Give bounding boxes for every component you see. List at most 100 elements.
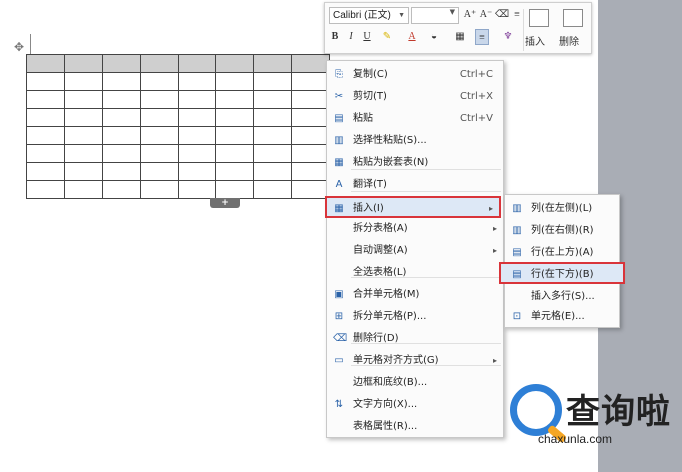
table-cell[interactable] — [253, 54, 293, 73]
table-cell[interactable] — [215, 54, 255, 73]
context-menu-item[interactable]: ⎘ 复制(C) Ctrl+C — [327, 64, 503, 86]
table-cell[interactable] — [101, 90, 141, 109]
clear-format-icon[interactable]: ⌫ — [495, 7, 509, 23]
table-cell[interactable] — [63, 180, 103, 199]
table-cell[interactable] — [177, 144, 217, 163]
table-cell[interactable] — [291, 72, 330, 91]
context-menu-item[interactable]: 自动调整(A) ▸ — [327, 240, 503, 262]
table-cell[interactable] — [101, 180, 141, 199]
table-cell[interactable] — [215, 90, 255, 109]
table-cell[interactable] — [26, 108, 65, 127]
grow-font-icon[interactable]: A⁺ — [463, 7, 477, 23]
document-table[interactable] — [26, 54, 330, 199]
table-cell[interactable] — [63, 126, 103, 145]
context-menu-item[interactable]: 边框和底纹(B)... — [327, 372, 503, 394]
table-cell[interactable] — [139, 162, 179, 181]
context-menu-item[interactable]: ▥ 选择性粘贴(S)... — [327, 130, 503, 152]
add-row-button[interactable]: + — [210, 198, 240, 208]
context-menu-item[interactable]: ▭ 单元格对齐方式(G) ▸ — [327, 350, 503, 372]
table-cell[interactable] — [139, 180, 179, 199]
table-cell[interactable] — [63, 144, 103, 163]
shrink-font-icon[interactable]: A⁻ — [479, 7, 493, 23]
table-cell[interactable] — [26, 54, 65, 73]
table-cell[interactable] — [63, 162, 103, 181]
delete-label[interactable]: 删除 — [559, 33, 579, 48]
table-cell[interactable] — [291, 54, 330, 73]
table-cell[interactable] — [177, 126, 217, 145]
table-cell[interactable] — [177, 54, 217, 73]
shading-icon[interactable]: ◒ — [427, 29, 441, 45]
table-cell[interactable] — [253, 72, 293, 91]
table-cell[interactable] — [215, 180, 255, 199]
table-cell[interactable] — [253, 180, 293, 199]
context-menu-item[interactable]: ⇅ 文字方向(X)... — [327, 394, 503, 416]
submenu-item[interactable]: ⊡ 单元格(E)... — [505, 306, 619, 328]
table-cell[interactable] — [63, 72, 103, 91]
table-cell[interactable] — [26, 180, 65, 199]
table-cell[interactable] — [177, 162, 217, 181]
context-menu-item[interactable]: ▤ 粘贴 Ctrl+V — [327, 108, 503, 130]
submenu-item[interactable]: 插入多行(S)... — [505, 286, 619, 308]
insert-label[interactable]: 插入 — [525, 33, 545, 48]
bold-icon[interactable]: B — [329, 29, 341, 45]
submenu-item[interactable]: ▤ 行(在上方)(A) — [505, 242, 619, 264]
table-cell[interactable] — [139, 90, 179, 109]
context-menu-item[interactable]: 表格属性(R)... — [327, 416, 503, 438]
underline-icon[interactable]: U — [361, 29, 373, 45]
context-menu-item[interactable]: ▦ 插入(I) ▸ — [325, 196, 501, 218]
table-cell[interactable] — [139, 108, 179, 127]
table-cell[interactable] — [26, 126, 65, 145]
table-cell[interactable] — [215, 144, 255, 163]
table-cell[interactable] — [215, 108, 255, 127]
table-cell[interactable] — [101, 108, 141, 127]
submenu-item[interactable]: ▤ 行(在下方)(B) — [499, 262, 625, 284]
table-cell[interactable] — [291, 90, 330, 109]
table-cell[interactable] — [177, 72, 217, 91]
highlight-icon[interactable]: ✎ — [379, 29, 395, 45]
table-cell[interactable] — [177, 108, 217, 127]
table-cell[interactable] — [177, 180, 217, 199]
line-spacing-icon[interactable]: ≡ — [511, 7, 523, 23]
table-cell[interactable] — [253, 162, 293, 181]
table-cell[interactable] — [139, 126, 179, 145]
italic-icon[interactable]: I — [345, 29, 357, 45]
border-icon[interactable]: ▦ — [453, 29, 467, 45]
table-cell[interactable] — [291, 180, 330, 199]
table-cell[interactable] — [139, 144, 179, 163]
context-menu-item[interactable]: 拆分表格(A) ▸ — [327, 218, 503, 240]
table-cell[interactable] — [291, 144, 330, 163]
table-cell[interactable] — [139, 72, 179, 91]
table-cell[interactable] — [101, 144, 141, 163]
align-icon[interactable]: ≡ — [475, 29, 489, 45]
table-cell[interactable] — [253, 90, 293, 109]
table-cell[interactable] — [291, 162, 330, 181]
delete-table-icon[interactable] — [563, 9, 583, 27]
font-color-icon[interactable]: A — [405, 29, 419, 45]
table-cell[interactable] — [253, 144, 293, 163]
table-cell[interactable] — [63, 54, 103, 73]
font-size-select[interactable]: ▼ — [411, 7, 459, 24]
table-cell[interactable] — [177, 90, 217, 109]
context-menu-item[interactable]: ⌫ 删除行(D) — [327, 328, 503, 350]
context-menu-item[interactable]: ▦ 粘贴为嵌套表(N) — [327, 152, 503, 174]
context-menu-item[interactable]: ▣ 合并单元格(M) — [327, 284, 503, 306]
table-cell[interactable] — [139, 54, 179, 73]
table-cell[interactable] — [26, 162, 65, 181]
table-cell[interactable] — [101, 54, 141, 73]
table-cell[interactable] — [101, 126, 141, 145]
table-cell[interactable] — [63, 108, 103, 127]
table-move-handle-icon[interactable]: ✥ — [12, 40, 26, 54]
submenu-item[interactable]: ▥ 列(在右侧)(R) — [505, 220, 619, 242]
table-cell[interactable] — [63, 90, 103, 109]
context-menu-item[interactable]: ⊞ 拆分单元格(P)... — [327, 306, 503, 328]
table-cell[interactable] — [215, 72, 255, 91]
table-cell[interactable] — [101, 72, 141, 91]
insert-table-icon[interactable] — [529, 9, 549, 27]
table-cell[interactable] — [26, 144, 65, 163]
table-cell[interactable] — [26, 90, 65, 109]
context-menu-item[interactable]: A 翻译(T) — [327, 174, 503, 196]
table-cell[interactable] — [291, 108, 330, 127]
table-cell[interactable] — [101, 162, 141, 181]
submenu-item[interactable]: ▥ 列(在左侧)(L) — [505, 198, 619, 220]
table-cell[interactable] — [253, 126, 293, 145]
